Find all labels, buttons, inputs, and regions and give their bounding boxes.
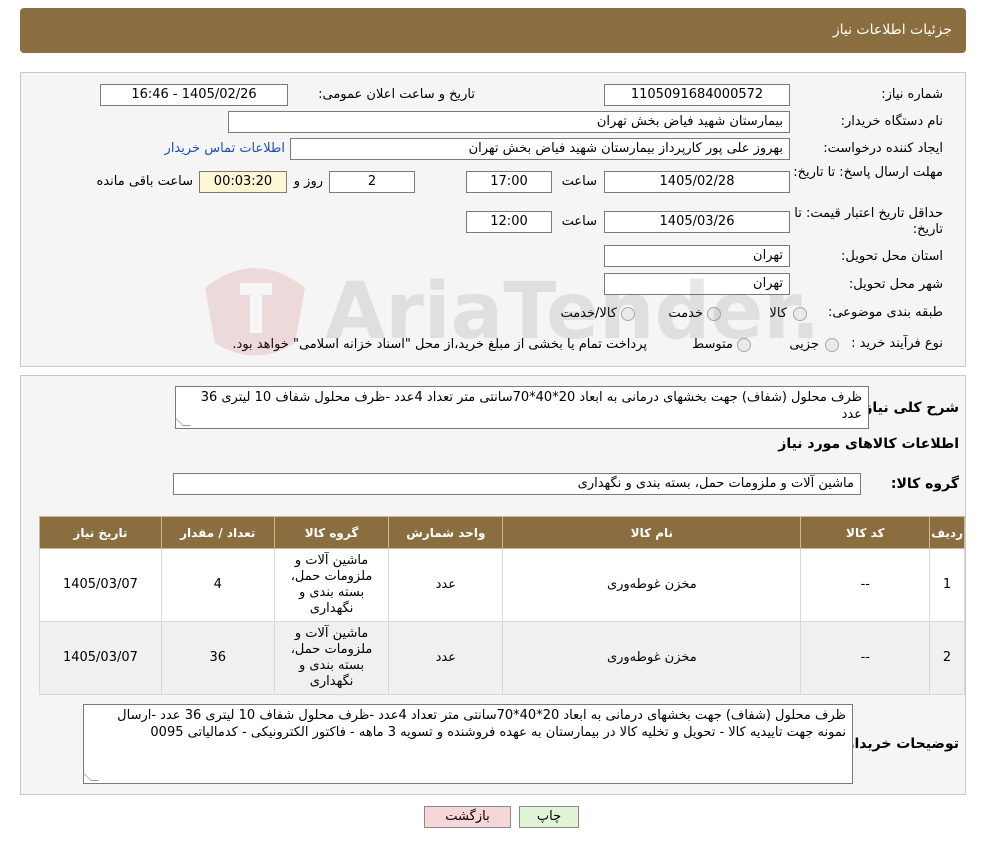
goods-info-title: اطلاعات کالاهای مورد نیاز bbox=[778, 436, 959, 452]
days-label: روز و bbox=[293, 174, 323, 189]
col-header-qty: تعداد / مقدار bbox=[160, 516, 275, 549]
buyer-notes-label: توضیحات خریدار: bbox=[840, 736, 959, 752]
province-label: استان محل تحویل: bbox=[841, 249, 943, 264]
validity-time-label: ساعت bbox=[561, 214, 597, 229]
deadline-date-field: 1405/02/28 bbox=[604, 171, 790, 193]
deadline-time-label: ساعت bbox=[561, 174, 597, 189]
cell-group: ماشین آلات و ملزومات حمل، بسته بندی و نگ… bbox=[273, 621, 390, 695]
validity-label: حداقل تاریخ اعتبار قیمت: تا تاریخ: bbox=[794, 206, 943, 237]
deadline-label: مهلت ارسال پاسخ: تا تاریخ: bbox=[793, 165, 943, 180]
deadline-time-field: 17:00 bbox=[466, 171, 552, 193]
col-header-unit: واحد شمارش bbox=[388, 516, 504, 549]
category-service-label: خدمت bbox=[668, 306, 703, 321]
validity-date-field: 1405/03/26 bbox=[604, 211, 790, 233]
cell-unit: عدد bbox=[388, 548, 504, 622]
category-goods-service-radio[interactable] bbox=[621, 307, 635, 321]
process-note: پرداخت تمام یا بخشی از مبلغ خرید،از محل … bbox=[232, 337, 647, 352]
buyer-contact-link[interactable]: اطلاعات تماس خریدار bbox=[165, 141, 285, 156]
page-title: جزئیات اطلاعات نیاز bbox=[832, 22, 952, 38]
process-minor-radio[interactable] bbox=[825, 338, 839, 352]
buyer-org-label: نام دستگاه خریدار: bbox=[840, 114, 943, 129]
col-header-row-no: ردیف bbox=[929, 516, 965, 549]
cell-qty: 4 bbox=[160, 548, 275, 622]
buyer-org-field: بیمارستان شهید فیاض بخش تهران bbox=[228, 111, 790, 133]
requester-field: بهروز علی پور کارپرداز بیمارستان شهید فی… bbox=[290, 138, 790, 160]
requester-label: ایجاد کننده درخواست: bbox=[823, 141, 943, 156]
cell-unit: عدد bbox=[388, 621, 504, 695]
validity-time-field: 12:00 bbox=[466, 211, 552, 233]
page-header: جزئیات اطلاعات نیاز bbox=[20, 8, 966, 53]
city-label: شهر محل تحویل: bbox=[848, 277, 943, 292]
resize-grip-icon[interactable] bbox=[83, 773, 99, 781]
back-button[interactable]: بازگشت bbox=[424, 806, 511, 828]
goods-table: ردیف کد کالا نام کالا واحد شمارش گروه کا… bbox=[39, 516, 965, 695]
buyer-notes-text: ظرف محلول (شفاف) جهت بخشهای درمانی به اب… bbox=[117, 708, 846, 740]
table-row: 1 -- مخزن غوطه‌وری عدد ماشین آلات و ملزو… bbox=[39, 548, 965, 622]
remaining-time-field: 00:03:20 bbox=[199, 171, 287, 193]
print-button[interactable]: چاپ bbox=[519, 806, 579, 828]
col-header-code: کد کالا bbox=[800, 516, 931, 549]
summary-text: ظرف محلول (شفاف) جهت بخشهای درمانی به اب… bbox=[200, 390, 862, 422]
province-field: تهران bbox=[604, 245, 790, 267]
summary-textarea[interactable]: ظرف محلول (شفاف) جهت بخشهای درمانی به اب… bbox=[175, 386, 869, 429]
need-number-field: 1105091684000572 bbox=[604, 84, 790, 106]
info-panel: شماره نیاز: 1105091684000572 تاریخ و ساع… bbox=[20, 72, 966, 367]
buyer-notes-textarea[interactable]: ظرف محلول (شفاف) جهت بخشهای درمانی به اب… bbox=[83, 704, 853, 784]
goods-group-field: ماشین آلات و ملزومات حمل، بسته بندی و نگ… bbox=[173, 473, 861, 495]
summary-label: شرح کلی نیاز: bbox=[858, 400, 959, 416]
process-medium-label: متوسط bbox=[692, 337, 733, 352]
col-header-name: نام کالا bbox=[502, 516, 802, 549]
category-goods-label: کالا bbox=[769, 306, 787, 321]
resize-grip-icon[interactable] bbox=[175, 418, 191, 426]
category-label: طبقه بندی موضوعی: bbox=[827, 305, 943, 320]
col-header-group: گروه کالا bbox=[273, 516, 390, 549]
table-row: 2 -- مخزن غوطه‌وری عدد ماشین آلات و ملزو… bbox=[39, 621, 965, 695]
cell-date: 1405/03/07 bbox=[39, 548, 162, 622]
process-minor-label: جزیی bbox=[789, 337, 819, 352]
cell-date: 1405/03/07 bbox=[39, 621, 162, 695]
cell-row-no: 1 bbox=[929, 548, 965, 622]
announce-label: تاریخ و ساعت اعلان عمومی: bbox=[318, 87, 475, 102]
process-medium-radio[interactable] bbox=[737, 338, 751, 352]
remaining-label: ساعت باقی مانده bbox=[96, 174, 193, 189]
announce-field: 1405/02/26 - 16:46 bbox=[100, 84, 288, 106]
need-number-label: شماره نیاز: bbox=[881, 87, 943, 102]
category-service-radio[interactable] bbox=[707, 307, 721, 321]
category-goods-radio[interactable] bbox=[793, 307, 807, 321]
goods-group-label: گروه کالا: bbox=[890, 476, 959, 492]
process-label: نوع فرآیند خرید : bbox=[851, 336, 943, 351]
category-goods-service-label: کالا/خدمت bbox=[560, 306, 617, 321]
cell-row-no: 2 bbox=[929, 621, 965, 695]
goods-table-header: ردیف کد کالا نام کالا واحد شمارش گروه کا… bbox=[39, 516, 965, 549]
cell-code: -- bbox=[800, 621, 931, 695]
city-field: تهران bbox=[604, 273, 790, 295]
col-header-date: تاریخ نیاز bbox=[39, 516, 162, 549]
details-panel: شرح کلی نیاز: ظرف محلول (شفاف) جهت بخشها… bbox=[20, 375, 966, 795]
days-field: 2 bbox=[329, 171, 415, 193]
cell-name: مخزن غوطه‌وری bbox=[502, 621, 802, 695]
cell-name: مخزن غوطه‌وری bbox=[502, 548, 802, 622]
cell-code: -- bbox=[800, 548, 931, 622]
cell-group: ماشین آلات و ملزومات حمل، بسته بندی و نگ… bbox=[273, 548, 390, 622]
cell-qty: 36 bbox=[160, 621, 275, 695]
